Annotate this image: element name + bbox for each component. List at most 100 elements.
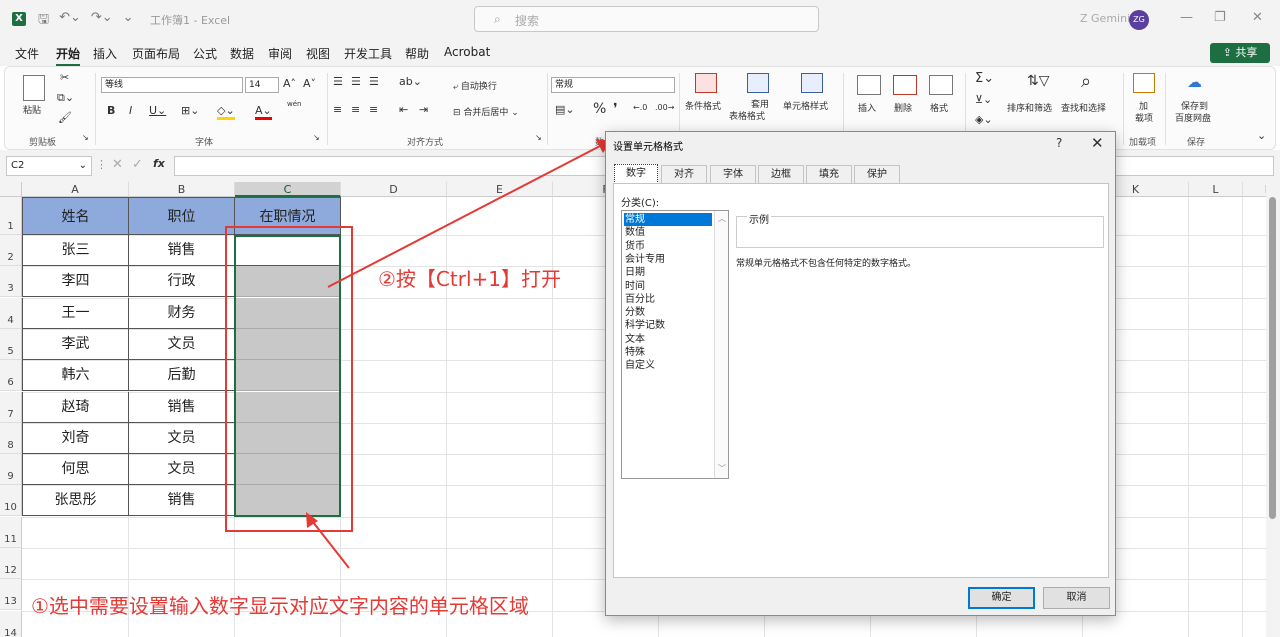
table-cell[interactable]: 张思彤 [22, 485, 129, 516]
table-cell[interactable]: 李四 [22, 266, 129, 297]
format-cells-icon[interactable] [929, 75, 953, 95]
tab-view[interactable]: 视图 [306, 45, 330, 62]
increase-decimal-icon[interactable]: ←.0 [633, 103, 647, 112]
increase-indent-icon[interactable]: ⇥ [419, 103, 428, 116]
font-size-combo[interactable]: 14 [245, 77, 279, 93]
close-icon[interactable]: ✕ [1252, 10, 1263, 25]
category-item[interactable]: 特殊 [624, 346, 712, 359]
decrease-indent-icon[interactable]: ⇤ [399, 103, 408, 116]
wrap-text-button[interactable]: ⤶ 自动换行 [453, 79, 497, 92]
insert-button[interactable]: 插入 [858, 101, 876, 114]
user-name[interactable]: Z Gemini [1080, 12, 1130, 25]
format-painter-icon[interactable]: 🖌 [58, 111, 72, 124]
align-middle-icon[interactable]: ☰ [351, 75, 361, 88]
share-button[interactable]: ⇪ 共享 [1210, 43, 1270, 63]
table-header-cell[interactable]: 姓名 [22, 197, 129, 235]
conditional-format-button[interactable]: 条件格式 [685, 99, 721, 112]
table-cell[interactable]: 销售 [129, 235, 235, 266]
row-header-3[interactable]: 3 [0, 266, 22, 297]
cancel-button[interactable]: 取消 [1043, 587, 1110, 609]
align-left-icon[interactable]: ≡ [333, 103, 342, 116]
table-cell[interactable]: 刘奇 [22, 423, 129, 454]
tab-file[interactable]: 文件 [15, 45, 39, 62]
find-select-icon[interactable]: ⌕ [1081, 71, 1091, 92]
format-as-table-button-line2[interactable]: 表格格式 [729, 109, 765, 122]
category-item[interactable]: 会计专用 [624, 253, 712, 266]
delete-button[interactable]: 删除 [894, 101, 912, 114]
ok-button[interactable]: 确定 [968, 587, 1035, 609]
cell-styles-button[interactable]: 单元格样式 [783, 99, 828, 112]
table-cell[interactable]: 销售 [129, 392, 235, 423]
restore-icon[interactable]: ❐ [1214, 10, 1226, 25]
scroll-down-icon[interactable]: ﹀ [718, 463, 726, 474]
category-scrollbar[interactable]: ︿ ﹀ [714, 211, 728, 478]
tab-home[interactable]: 开始 [56, 45, 81, 66]
tab-review[interactable]: 审阅 [268, 45, 292, 62]
tab-insert[interactable]: 插入 [93, 45, 117, 62]
bold-icon[interactable]: B [107, 104, 115, 117]
table-cell[interactable]: 赵琦 [22, 392, 129, 423]
column-header-c[interactable]: C [235, 182, 341, 197]
undo-icon[interactable]: ↶⌄ [59, 10, 81, 32]
row-header-9[interactable]: 9 [0, 454, 22, 485]
tab-acrobat[interactable]: Acrobat [444, 45, 490, 59]
paste-button[interactable]: 粘贴 [23, 103, 41, 116]
tab-font[interactable]: 字体 [710, 165, 756, 184]
baidu-netdisk-icon[interactable]: ☁ [1187, 73, 1202, 91]
cancel-entry-icon[interactable]: ✕ [112, 157, 123, 172]
row-header-8[interactable]: 8 [0, 423, 22, 454]
tab-protection[interactable]: 保护 [854, 165, 900, 184]
scrollbar-thumb[interactable] [1269, 197, 1276, 519]
search-box[interactable]: ⌕ 搜索 [474, 6, 819, 32]
find-select-button[interactable]: 查找和选择 [1061, 101, 1106, 114]
help-icon[interactable]: ? [1056, 136, 1062, 150]
redo-icon[interactable]: ↷⌄ [91, 10, 113, 32]
table-cell[interactable]: 何思 [22, 454, 129, 485]
insert-function-icon[interactable]: fx [153, 157, 165, 170]
clear-icon[interactable]: ◈⌄ [975, 113, 993, 126]
fill-icon[interactable]: ⊻⌄ [975, 93, 992, 106]
font-launcher-icon[interactable]: ↘ [313, 133, 320, 142]
underline-icon[interactable]: U⌄ [149, 104, 166, 117]
table-cell[interactable]: 文员 [129, 329, 235, 360]
column-header-e[interactable]: E [447, 182, 553, 197]
percent-style-icon[interactable]: % [593, 101, 606, 117]
avatar[interactable]: ZG [1129, 10, 1149, 30]
category-item[interactable]: 数值 [624, 226, 712, 239]
table-cell[interactable]: 财务 [129, 298, 235, 329]
row-header-2[interactable]: 2 [0, 235, 22, 266]
category-item[interactable]: 时间 [624, 280, 712, 293]
table-cell[interactable]: 韩六 [22, 360, 129, 391]
table-cell[interactable]: 李武 [22, 329, 129, 360]
orientation-icon[interactable]: ab⌄ [399, 75, 422, 88]
scroll-up-icon[interactable]: ︿ [718, 213, 726, 224]
category-item[interactable]: 百分比 [624, 293, 712, 306]
customize-toolbar-icon[interactable]: ⌄ [123, 10, 134, 32]
alignment-launcher-icon[interactable]: ↘ [535, 133, 542, 142]
delete-cells-icon[interactable] [893, 75, 917, 95]
table-cell[interactable]: 文员 [129, 423, 235, 454]
format-button[interactable]: 格式 [930, 101, 948, 114]
align-bottom-icon[interactable]: ☰ [369, 75, 379, 88]
column-header-a[interactable]: A [22, 182, 129, 197]
category-item[interactable]: 自定义 [624, 359, 712, 372]
borders-icon[interactable]: ⊞⌄ [181, 104, 199, 117]
tab-formulas[interactable]: 公式 [193, 45, 217, 62]
cell-styles-icon[interactable] [801, 73, 823, 93]
row-header-7[interactable]: 7 [0, 392, 22, 423]
column-header-b[interactable]: B [129, 182, 235, 197]
name-box[interactable]: C2 ⌄ [6, 156, 92, 176]
merge-center-button[interactable]: ⊟ 合并后居中 ⌄ [453, 105, 519, 118]
row-header-5[interactable]: 5 [0, 329, 22, 360]
tab-developer[interactable]: 开发工具 [344, 45, 392, 62]
tab-fill[interactable]: 填充 [806, 165, 852, 184]
table-cell[interactable]: 销售 [129, 485, 235, 516]
addins-button-line2[interactable]: 载项 [1135, 111, 1153, 124]
table-cell[interactable]: 行政 [129, 266, 235, 297]
tab-data[interactable]: 数据 [230, 45, 254, 62]
paste-icon[interactable] [23, 75, 45, 101]
collapse-ribbon-icon[interactable]: ⌄ [1257, 129, 1266, 142]
table-cell[interactable]: 王一 [22, 298, 129, 329]
conditional-format-icon[interactable] [695, 73, 717, 93]
copy-icon[interactable]: ⧉⌄ [57, 91, 74, 105]
